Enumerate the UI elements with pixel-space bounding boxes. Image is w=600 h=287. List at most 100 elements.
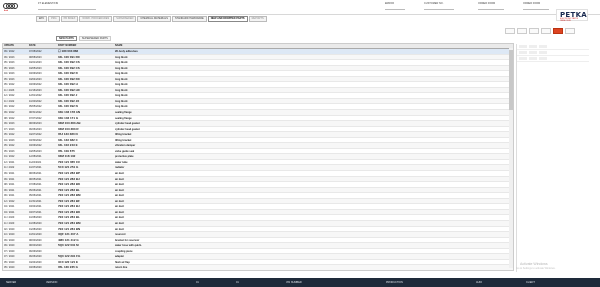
row-date: 01/28/2020: [29, 227, 42, 231]
row-date: 04/21/2023: [29, 61, 42, 65]
table-body: 09 / 2022 07/28/2022 ☐ 180 003 882 2K-body …: [3, 49, 513, 270]
row-part-number: 5Q0 122 291 FG: [58, 254, 81, 259]
row-date: 12/28/2021: [29, 155, 42, 159]
tab-pr-index[interactable]: PR INDEX: [60, 16, 79, 22]
row-update: 04 / 2023: [4, 72, 15, 76]
row-part-number: 4M0 121 412 G: [58, 237, 79, 242]
row-name: air duct: [115, 177, 125, 181]
table-row[interactable]: 05 / 2020 03/28/2020 05L 130 235 G return l…: [3, 265, 513, 270]
col-date[interactable]: DATE: [28, 44, 57, 48]
row-part-number: 7E0 121 284 BL: [58, 215, 80, 220]
subtab-superseded-parts[interactable]: SUPERSEDED PARTS: [78, 36, 111, 41]
row-part-number: 04L 103 243 E: [58, 143, 78, 148]
row-update: 05 / 2022: [4, 83, 15, 87]
print-icon[interactable]: [505, 28, 515, 34]
row-date: 08/29/2023: [29, 122, 42, 126]
tab-prg[interactable]: PRG: [48, 16, 60, 22]
row-part-number: 7E0 121 284 BK: [58, 209, 81, 214]
col-part-number[interactable]: PART NUMBER: [57, 44, 114, 48]
row-date: 10/28/2020: [29, 216, 42, 220]
row-name: reservoir: [115, 233, 126, 237]
row-part-number: 04L 100 091 RX: [58, 54, 80, 59]
status-client: CLIENT: [526, 281, 535, 284]
row-update: 12 / 2022: [4, 199, 15, 203]
customer-field[interactable]: [424, 6, 454, 10]
row-update: 09 / 2022: [4, 50, 15, 53]
row-part-number: 5C0 121 251 G: [58, 165, 79, 170]
error-field[interactable]: [385, 6, 405, 10]
row-update: 04 / 2021: [4, 210, 15, 214]
col-name[interactable]: NAME: [114, 44, 513, 48]
status-server: SERVER: [6, 281, 17, 284]
petka-logo: PETKA ELECTRONIC PARTS CATALOGUE: [556, 9, 588, 22]
tab-work-procedures[interactable]: WORK. PROCEDURES: [79, 16, 113, 22]
row-update: 06 / 2022: [4, 105, 15, 109]
order-form-field[interactable]: [478, 6, 504, 10]
tab-chemical-materials[interactable]: CHEMICAL MATERIALS: [137, 16, 171, 22]
notes-icon[interactable]: [541, 28, 551, 34]
row-date: 10/27/2021: [29, 166, 42, 170]
row-update: 07 / 2020: [4, 255, 15, 259]
scrollbar-thumb[interactable]: [509, 50, 513, 110]
col-update[interactable]: UPDATE: [3, 44, 28, 48]
row-name: air duct: [115, 188, 125, 192]
row-part-number: ☐ 180 003 882: [58, 49, 79, 53]
row-name: long block: [115, 94, 128, 98]
row-part-number: 7E0 121 284 BN: [58, 226, 81, 231]
tab-standard-hardware[interactable]: STANDARD HARDWARE: [171, 16, 207, 22]
row-name: air duct: [115, 172, 125, 176]
row-update: 12 / 2021: [4, 160, 15, 164]
row-date: 04/27/2022: [29, 133, 42, 137]
row-name: vibration damper: [115, 144, 136, 148]
row-update: 04 / 2021: [4, 205, 15, 209]
row-part-number: 7E0 121 283 BK: [58, 182, 81, 187]
status-production: PRODUCTION: [386, 281, 403, 284]
tab-reports[interactable]: REPORTS: [248, 16, 267, 22]
row-update: 05 / 2023: [4, 149, 15, 153]
row-part-number: 04L 133 382 C: [58, 137, 78, 142]
row-update: 04 / 2023: [4, 138, 15, 142]
row-date: 06/29/2020: [29, 249, 42, 253]
row-part-number: 05L 109 675: [58, 148, 75, 153]
row-part-number: 7E0 121 284 BJ: [58, 204, 80, 209]
row-update: 02 / 2020: [4, 227, 15, 231]
settings-icon[interactable]: [565, 28, 575, 34]
row-update: 11 / 2022: [4, 166, 15, 170]
order-form-field-2[interactable]: [523, 6, 549, 10]
row-date: 10/31/2021: [29, 199, 42, 203]
row-date: 08/20/2020: [29, 244, 42, 248]
row-name: flesh air flap: [115, 260, 130, 264]
row-update: 07 / 2020: [4, 249, 15, 253]
copy-icon[interactable]: [517, 28, 527, 34]
row-date: 12/01/2022: [29, 94, 42, 98]
tab-new-and-dropped-parts[interactable]: NEW AND DROPPED PARTS: [207, 16, 248, 22]
error-label: ERROR: [385, 2, 395, 5]
row-update: 12 / 2022: [4, 94, 15, 98]
tab-epc[interactable]: EPC: [36, 16, 48, 22]
row-date: 04/05/2023: [29, 66, 42, 70]
row-part-number: 5Q0 122 031 M: [58, 243, 79, 248]
row-date: 10/20/2022: [29, 99, 42, 103]
row-update: 07 / 2023: [4, 127, 15, 131]
table-scrollbar[interactable]: [509, 48, 513, 268]
row-date: 07/28/2021: [29, 183, 42, 187]
row-date: 03/29/2022: [29, 83, 42, 87]
tab-superseded[interactable]: SUPERSEDED: [113, 16, 137, 22]
row-name: air duct: [115, 194, 125, 198]
row-update: 08 / 2022: [4, 116, 15, 120]
row-update: 06 / 2021: [4, 188, 15, 192]
alert-icon[interactable]: [553, 28, 563, 34]
subtab-new-parts[interactable]: NEW PARTS: [56, 36, 77, 41]
toolbar-icons: [505, 28, 589, 36]
row-name: air duct: [115, 221, 125, 225]
fin-field[interactable]: [38, 6, 96, 10]
row-update: 11 / 2023: [4, 88, 15, 92]
activation-watermark-title: Activate Windows: [520, 262, 548, 266]
row-update: 11 / 2020: [4, 216, 15, 220]
row-update: 09 / 2020: [4, 238, 15, 242]
row-name: air duct: [115, 199, 125, 203]
row-date: 08/20/2020: [29, 238, 42, 242]
main-tabs: EPC PRG PR INDEX WORK. PROCEDURES SUPERS…: [36, 16, 267, 22]
cart-icon[interactable]: [529, 28, 539, 34]
row-date: 03/24/2021: [29, 205, 42, 209]
